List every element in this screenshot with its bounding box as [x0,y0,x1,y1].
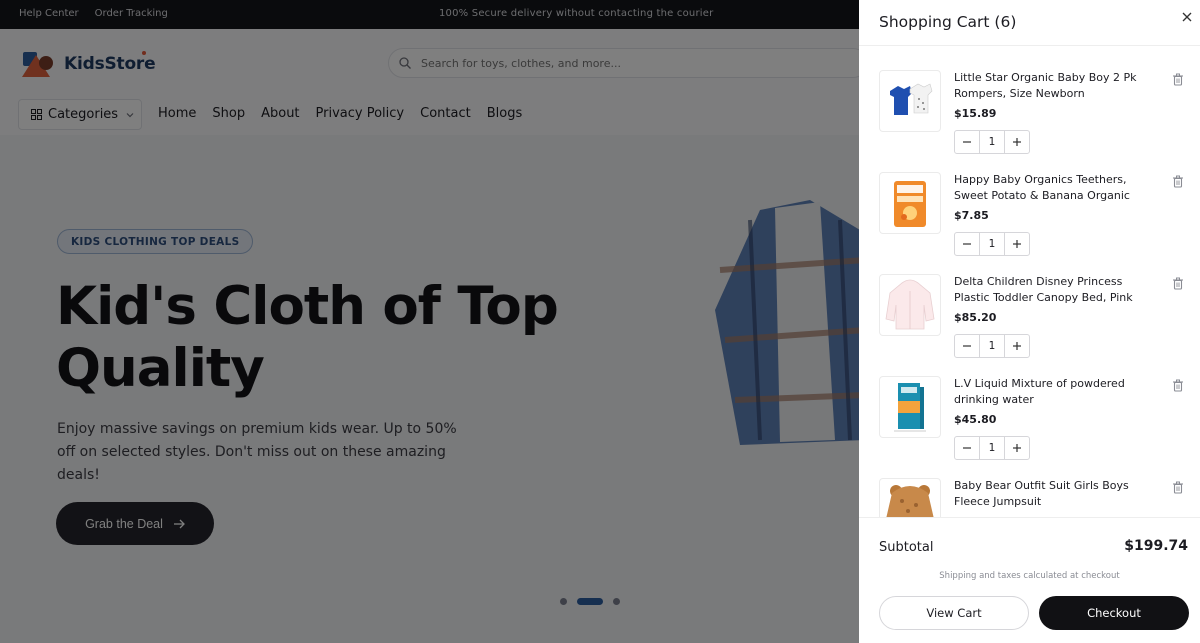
trash-icon[interactable] [1172,379,1184,392]
item-price: $15.89 [954,107,997,120]
cart-footer: Subtotal $199.74 Shipping and taxes calc… [859,517,1200,643]
plus-icon [1013,444,1021,452]
drink-box-image[interactable] [879,376,941,438]
minus-icon [963,243,971,245]
item-price: $85.20 [954,311,997,324]
shipping-note: Shipping and taxes calculated at checkou… [939,571,1120,581]
plus-icon [1013,138,1021,146]
cart-header: Shopping Cart (6) [859,0,1200,46]
plus-icon [1013,240,1021,248]
item-name[interactable]: L.V Liquid Mixture of powdered drinking … [954,376,1159,407]
rompers-image[interactable] [879,70,941,132]
cart-item: L.V Liquid Mixture of powdered drinking … [859,352,1200,460]
item-name[interactable]: Delta Children Disney Princess Plastic T… [954,274,1159,305]
bear-suit-thumbnail [886,485,934,517]
view-cart-button[interactable]: View Cart [879,596,1029,630]
minus-icon [963,447,971,449]
trash-icon[interactable] [1172,175,1184,188]
rompers-thumbnail [890,83,933,115]
item-price: $45.80 [954,413,997,426]
drink-box-thumbnail [894,383,926,432]
modal-backdrop[interactable] [0,0,859,643]
cart-item: Delta Children Disney Princess Plastic T… [859,250,1200,358]
subtotal-value: $199.74 [1124,538,1188,554]
item-price: $7.85 [954,209,989,222]
checkout-button[interactable]: Checkout [1039,596,1189,630]
pink-hoodie-image[interactable] [879,274,941,336]
pink-hoodie-thumbnail [885,279,935,330]
trash-icon[interactable] [1172,73,1184,86]
cart-title: Shopping Cart (6) [879,13,1017,31]
teethers-thumbnail [894,181,926,227]
minus-icon [963,345,971,347]
cart-item: Baby Bear Outfit Suit Girls Boys Fleece … [859,454,1200,517]
bear-suit-image[interactable] [879,478,941,517]
item-name[interactable]: Baby Bear Outfit Suit Girls Boys Fleece … [954,478,1159,509]
item-name[interactable]: Little Star Organic Baby Boy 2 Pk Romper… [954,70,1159,101]
plus-icon [1013,342,1021,350]
item-name[interactable]: Happy Baby Organics Teethers, Sweet Pota… [954,172,1159,203]
subtotal-label: Subtotal [879,540,934,555]
cart-item: Little Star Organic Baby Boy 2 Pk Romper… [859,46,1200,154]
trash-icon[interactable] [1172,481,1184,494]
shopping-cart-drawer: Shopping Cart (6) Little Star Organic Ba… [859,0,1200,643]
teethers-image[interactable] [879,172,941,234]
minus-icon [963,141,971,143]
close-icon[interactable] [1181,11,1193,23]
trash-icon[interactable] [1172,277,1184,290]
cart-items-list[interactable]: Little Star Organic Baby Boy 2 Pk Romper… [859,46,1200,517]
cart-item: Happy Baby Organics Teethers, Sweet Pota… [859,148,1200,256]
